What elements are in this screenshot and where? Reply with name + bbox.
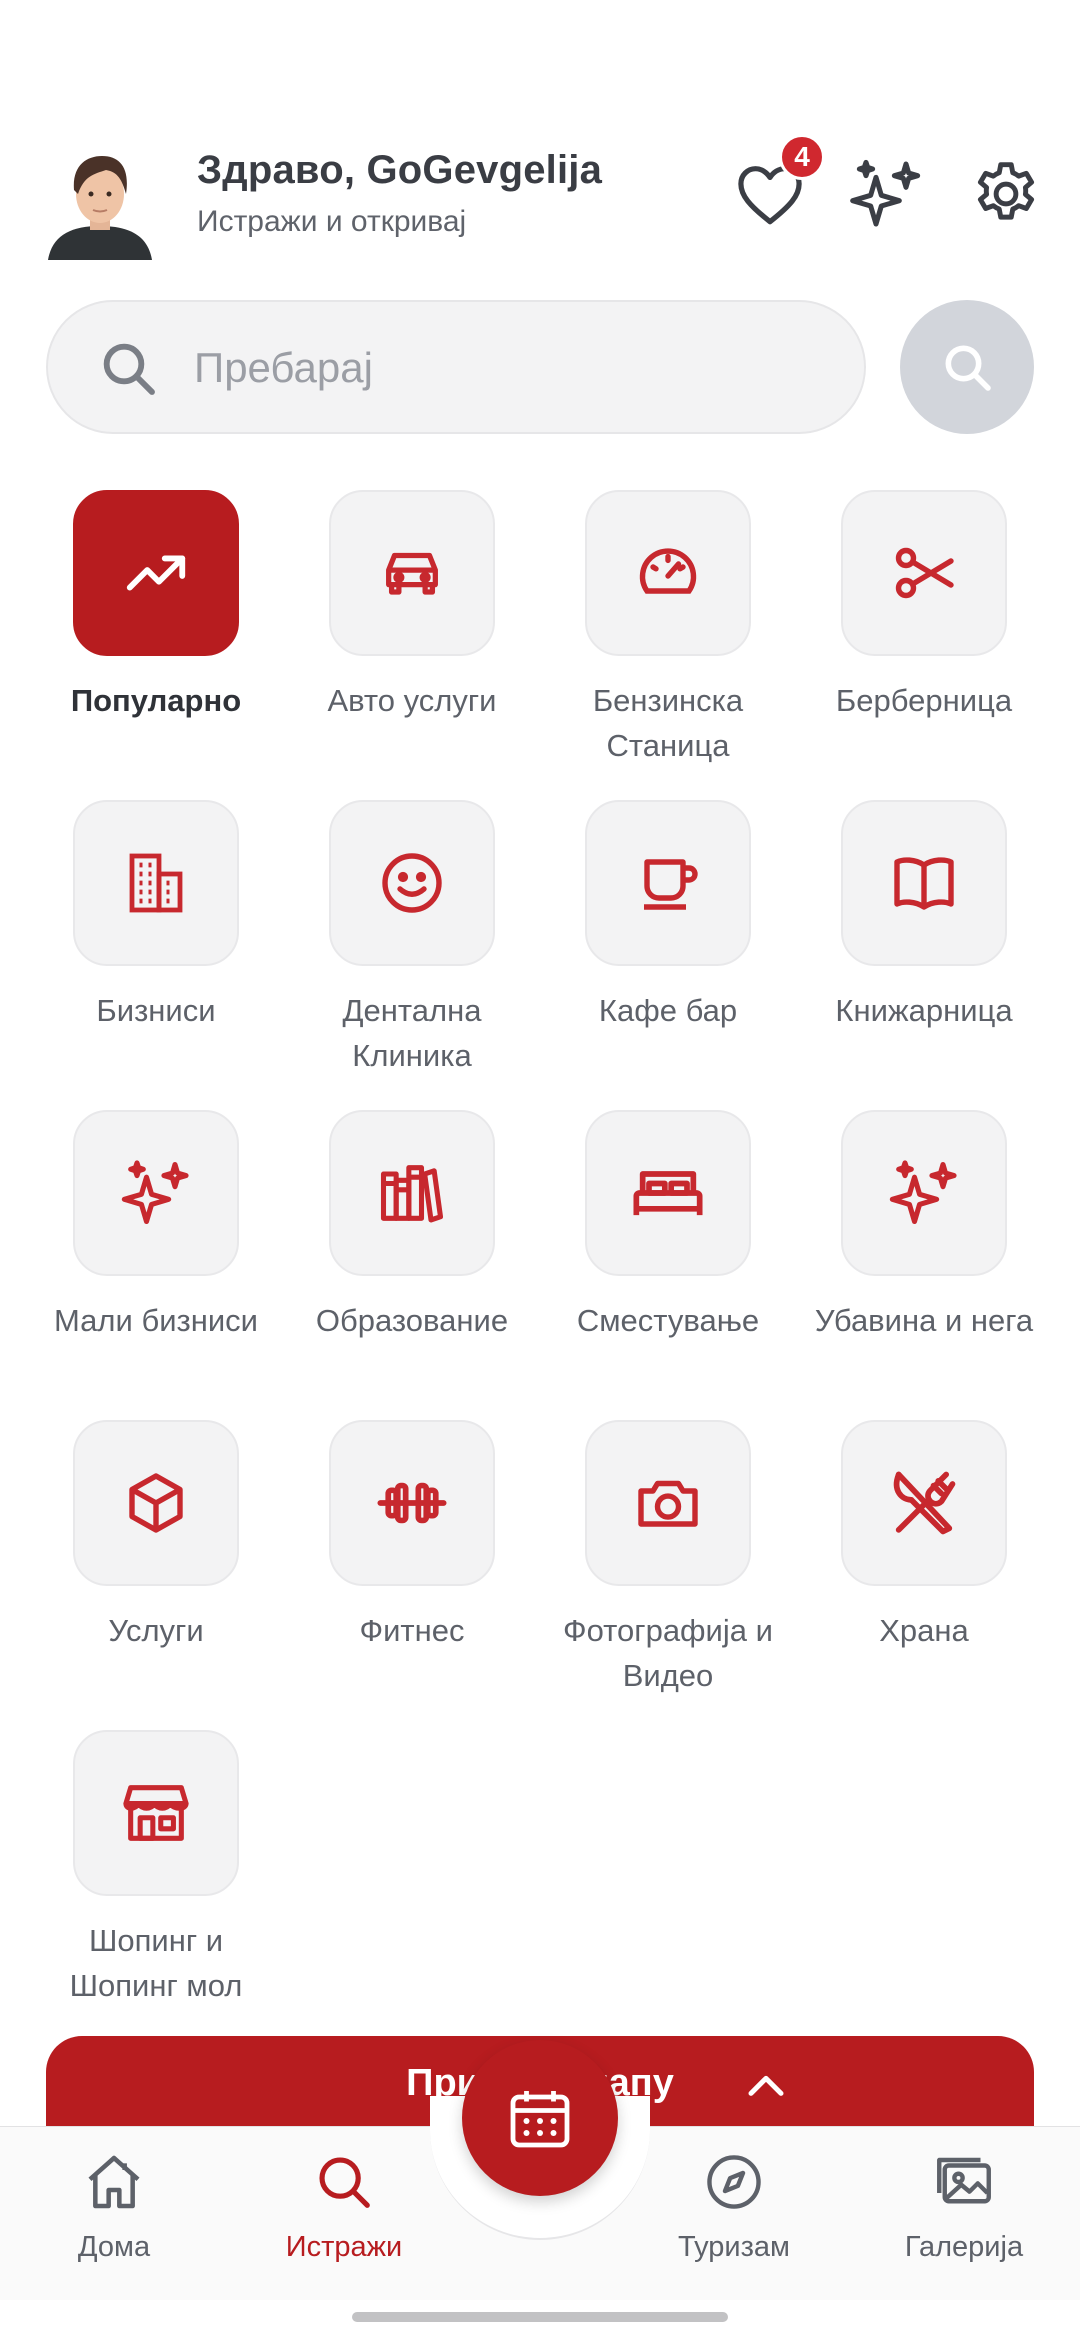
nav-gallery[interactable]: Галерија xyxy=(864,2147,1064,2264)
category-tile[interactable] xyxy=(585,1420,751,1586)
category-gas-station[interactable]: Бензинска Станица xyxy=(548,490,788,768)
camera-icon xyxy=(638,1480,698,1527)
sparkles-icon xyxy=(889,1160,957,1225)
bed-icon xyxy=(633,1171,703,1216)
category-label: Фотографија и Видео xyxy=(563,1613,773,1693)
category-label: Дентална Клиника xyxy=(342,993,482,1073)
nav-home[interactable]: Дома xyxy=(14,2147,214,2264)
home-indicator[interactable] xyxy=(352,2312,728,2322)
coffee-cup-icon xyxy=(644,859,698,910)
dumbbell-icon xyxy=(377,1482,447,1524)
category-tile[interactable] xyxy=(73,800,239,966)
category-businesses[interactable]: Бизниси xyxy=(36,800,276,1033)
category-bookstore[interactable]: Книжарница xyxy=(804,800,1044,1033)
nav-tourism[interactable]: Туризам xyxy=(634,2147,834,2264)
category-label: Убавина и нега xyxy=(814,1303,1034,1338)
category-label: Мали бизниси xyxy=(54,1303,258,1338)
search-bar xyxy=(46,300,866,434)
category-tile[interactable] xyxy=(841,490,1007,656)
category-auto-services[interactable]: Авто услуги xyxy=(292,490,532,723)
greeting-title: Здраво, GoGevgelija xyxy=(197,148,603,192)
category-label: Услуги xyxy=(108,1613,204,1648)
category-label: Шопинг и Шопинг мол xyxy=(69,1923,243,2003)
favorites-count-badge: 4 xyxy=(779,134,825,180)
books-icon xyxy=(380,1165,444,1223)
car-icon xyxy=(386,552,438,595)
category-services[interactable]: Услуги xyxy=(36,1420,276,1653)
category-tile[interactable] xyxy=(73,1420,239,1586)
chevron-up-icon xyxy=(748,2075,784,2096)
category-label: Образование xyxy=(315,1303,509,1338)
category-tile[interactable] xyxy=(841,1110,1007,1276)
category-label: Книжарница xyxy=(835,993,1013,1028)
open-book-icon xyxy=(894,857,954,910)
category-label: Фитнес xyxy=(359,1613,465,1648)
category-barbershop[interactable]: Берберница xyxy=(804,490,1044,723)
category-tile[interactable] xyxy=(73,490,239,656)
category-label: Бизниси xyxy=(96,993,216,1028)
category-tile[interactable] xyxy=(585,490,751,656)
category-cafe-bar[interactable]: Кафе бар xyxy=(548,800,788,1033)
category-photo-video[interactable]: Фотографија и Видео xyxy=(548,1420,788,1698)
search-input[interactable] xyxy=(194,324,834,412)
category-tile[interactable] xyxy=(329,800,495,966)
category-food[interactable]: Храна xyxy=(804,1420,1044,1653)
events-calendar-button[interactable] xyxy=(462,2040,618,2196)
header: Здраво, GoGevgelija Истражи и откривај xyxy=(0,140,1080,270)
category-tile[interactable] xyxy=(73,1730,239,1896)
category-accommodation[interactable]: Сместување xyxy=(548,1110,788,1343)
trending-up-icon xyxy=(126,555,186,591)
category-fitness[interactable]: Фитнес xyxy=(292,1420,532,1653)
gallery-icon xyxy=(937,2157,991,2204)
search-icon xyxy=(319,2157,370,2208)
category-tile[interactable] xyxy=(329,490,495,656)
category-tile[interactable] xyxy=(73,1110,239,1276)
category-beauty-care[interactable]: Убавина и нега xyxy=(804,1110,1044,1343)
category-tile[interactable] xyxy=(841,1420,1007,1586)
category-label: Бензинска Станица xyxy=(592,683,744,763)
greeting-subtitle: Истражи и откривај xyxy=(197,205,467,238)
settings-gear-icon[interactable] xyxy=(962,150,1050,238)
office-building-icon xyxy=(129,853,183,913)
category-tile[interactable] xyxy=(329,1110,495,1276)
search-submit-button[interactable] xyxy=(900,300,1034,434)
speedometer-icon xyxy=(639,548,697,594)
category-popular[interactable]: Популарно xyxy=(36,490,276,723)
category-tile[interactable] xyxy=(329,1420,495,1586)
nav-tourism-label: Туризам xyxy=(678,2231,790,2263)
fork-knife-icon xyxy=(893,1471,956,1535)
scissors-icon xyxy=(895,547,954,599)
category-shopping[interactable]: Шопинг и Шопинг мол xyxy=(36,1730,276,2008)
calendar-icon xyxy=(510,2091,570,2148)
category-label: Кафе бар xyxy=(598,993,738,1028)
category-label: Популарно xyxy=(70,683,242,718)
search-icon xyxy=(96,336,160,400)
sparkles-icon xyxy=(121,1160,189,1225)
nav-home-label: Дома xyxy=(77,2231,151,2263)
category-tile[interactable] xyxy=(585,1110,751,1276)
home-icon xyxy=(88,2155,140,2209)
category-tile[interactable] xyxy=(585,800,751,966)
compass-icon xyxy=(707,2155,761,2209)
cube-icon xyxy=(129,1473,183,1533)
avatar[interactable] xyxy=(48,150,152,260)
category-tile[interactable] xyxy=(841,800,1007,966)
category-education[interactable]: Образование xyxy=(292,1110,532,1343)
category-label: Авто услуги xyxy=(327,683,497,718)
nav-explore[interactable]: Истражи xyxy=(244,2147,444,2264)
storefront-icon xyxy=(123,1785,189,1841)
sparkles-icon[interactable] xyxy=(842,150,930,238)
search-icon xyxy=(945,345,991,391)
category-label: Берберница xyxy=(835,683,1013,718)
nav-explore-label: Истражи xyxy=(285,2231,403,2263)
smile-icon xyxy=(382,853,442,913)
category-label: Храна xyxy=(879,1613,969,1648)
category-small-businesses[interactable]: Мали бизниси xyxy=(36,1110,276,1343)
category-label: Сместување xyxy=(576,1303,760,1338)
category-dental-clinic[interactable]: Дентална Клиника xyxy=(292,800,532,1078)
nav-gallery-label: Галерија xyxy=(904,2231,1024,2263)
